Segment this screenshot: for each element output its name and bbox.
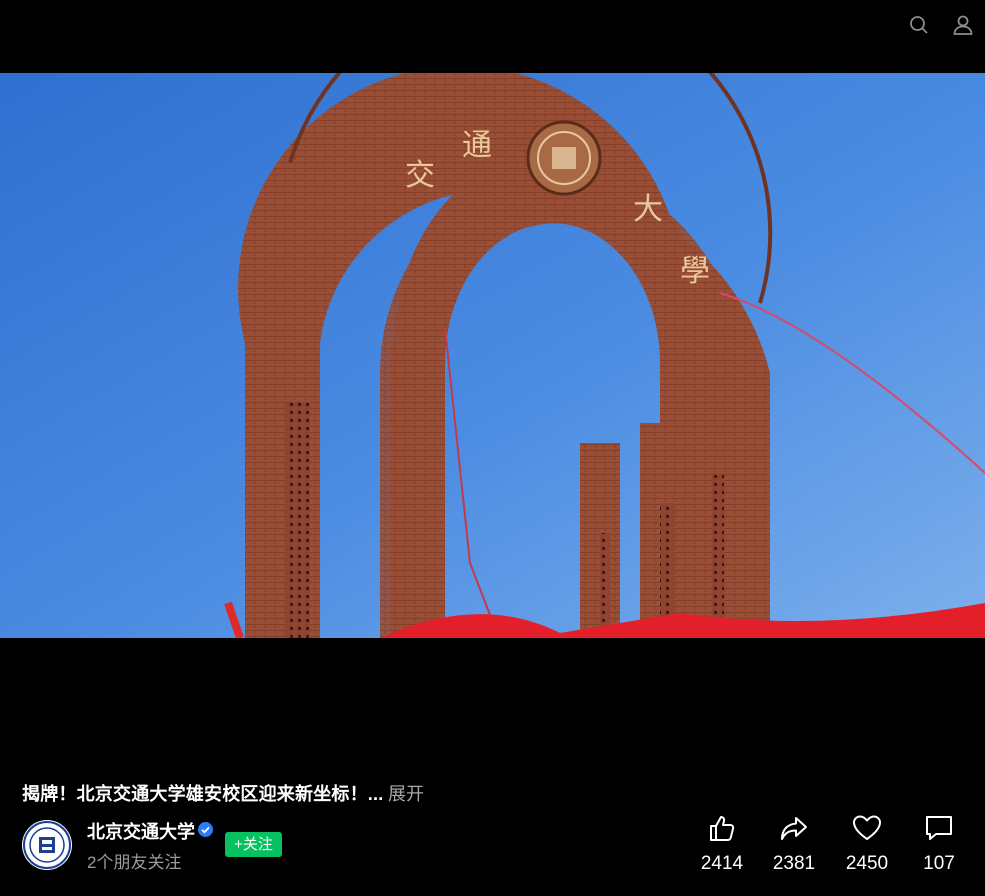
arch-char-4: 學 bbox=[680, 254, 710, 289]
comment-count: 107 bbox=[923, 853, 955, 874]
account-avatar[interactable] bbox=[22, 820, 72, 870]
video-frame-campus-arch: 交 通 大 學 bbox=[0, 73, 985, 638]
friends-following-text: 2个朋友关注 bbox=[87, 853, 182, 872]
like-count: 2414 bbox=[700, 853, 744, 874]
share-count: 2381 bbox=[772, 853, 816, 874]
follow-button[interactable]: +关注 bbox=[225, 832, 282, 857]
search-icon[interactable] bbox=[907, 13, 931, 37]
favorite-button[interactable]: 2450 bbox=[837, 812, 897, 882]
share-arrow-icon bbox=[778, 812, 810, 844]
top-bar bbox=[0, 0, 985, 72]
arch-char-3: 大 bbox=[633, 192, 663, 227]
share-button[interactable]: 2381 bbox=[764, 812, 824, 882]
comment-icon bbox=[923, 812, 955, 844]
university-seal-logo bbox=[23, 821, 71, 869]
verified-badge-icon bbox=[197, 821, 214, 838]
post-caption: 揭牌！北京交通大学雄安校区迎来新坐标！... bbox=[22, 784, 384, 804]
heart-icon bbox=[851, 812, 883, 844]
favorite-count: 2450 bbox=[845, 853, 889, 874]
account-name[interactable]: 北京交通大学 bbox=[87, 818, 195, 844]
like-button[interactable]: 2414 bbox=[692, 812, 752, 882]
arch-char-2: 通 bbox=[462, 128, 492, 163]
arch-char-1: 交 bbox=[405, 158, 435, 193]
comment-button[interactable]: 107 bbox=[909, 812, 969, 882]
expand-link[interactable]: 展开 bbox=[388, 780, 424, 806]
video-player[interactable]: 交 通 大 學 bbox=[0, 73, 985, 638]
user-icon[interactable] bbox=[951, 13, 975, 37]
thumbs-up-icon bbox=[706, 812, 738, 844]
